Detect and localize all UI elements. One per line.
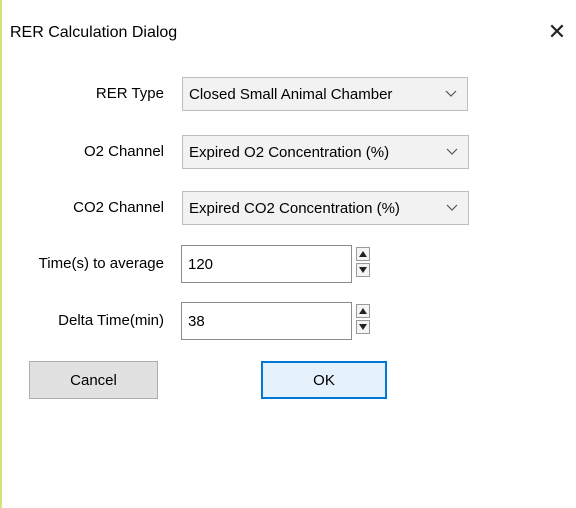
- o2-channel-value: Expired O2 Concentration (%): [189, 143, 390, 161]
- time-to-average-label: Time(s) to average: [38, 255, 164, 272]
- delta-time-input[interactable]: 38: [181, 302, 352, 340]
- delta-time-value: 38: [188, 312, 205, 330]
- delta-time-row: Delta Time(min) 38: [0, 302, 576, 340]
- delta-time-stepper: [356, 304, 372, 338]
- rer-calculation-dialog: RER Calculation Dialog ✕ RER Type Closed…: [0, 0, 576, 508]
- co2-channel-select[interactable]: Expired CO2 Concentration (%): [182, 191, 469, 225]
- o2-channel-row: O2 Channel Expired O2 Concentration (%): [0, 135, 576, 169]
- arrow-down-icon: [359, 324, 367, 330]
- close-button[interactable]: ✕: [542, 17, 572, 47]
- dialog-titlebar: RER Calculation Dialog ✕: [0, 0, 576, 74]
- rer-type-select[interactable]: Closed Small Animal Chamber: [182, 77, 468, 111]
- ok-button-label: OK: [313, 371, 335, 389]
- co2-channel-label: CO2 Channel: [73, 199, 164, 216]
- rer-type-row: RER Type Closed Small Animal Chamber: [0, 77, 576, 111]
- rer-type-label: RER Type: [95, 85, 164, 102]
- arrow-down-icon: [359, 267, 367, 273]
- cancel-button-label: Cancel: [70, 371, 117, 389]
- close-icon: ✕: [547, 19, 567, 44]
- delta-time-increment[interactable]: [356, 304, 370, 318]
- time-to-average-value: 120: [188, 255, 214, 273]
- arrow-up-icon: [359, 251, 367, 257]
- rer-type-value: Closed Small Animal Chamber: [189, 85, 393, 103]
- delta-time-decrement[interactable]: [356, 320, 370, 334]
- co2-channel-value: Expired CO2 Concentration (%): [189, 199, 400, 217]
- time-to-average-decrement[interactable]: [356, 263, 370, 277]
- chevron-down-icon: [445, 90, 457, 97]
- chevron-down-icon: [446, 148, 458, 155]
- delta-time-label: Delta Time(min): [58, 312, 164, 329]
- time-to-average-increment[interactable]: [356, 247, 370, 261]
- time-to-average-input[interactable]: 120: [181, 245, 352, 283]
- o2-channel-label: O2 Channel: [83, 143, 164, 160]
- dialog-title: RER Calculation Dialog: [10, 24, 178, 41]
- o2-channel-select[interactable]: Expired O2 Concentration (%): [182, 135, 469, 169]
- ok-button[interactable]: OK: [261, 361, 387, 399]
- time-to-average-row: Time(s) to average 120: [0, 245, 576, 283]
- co2-channel-row: CO2 Channel Expired CO2 Concentration (%…: [0, 191, 576, 225]
- arrow-up-icon: [359, 308, 367, 314]
- cancel-button[interactable]: Cancel: [29, 361, 158, 399]
- time-to-average-stepper: [356, 247, 372, 281]
- chevron-down-icon: [446, 204, 458, 211]
